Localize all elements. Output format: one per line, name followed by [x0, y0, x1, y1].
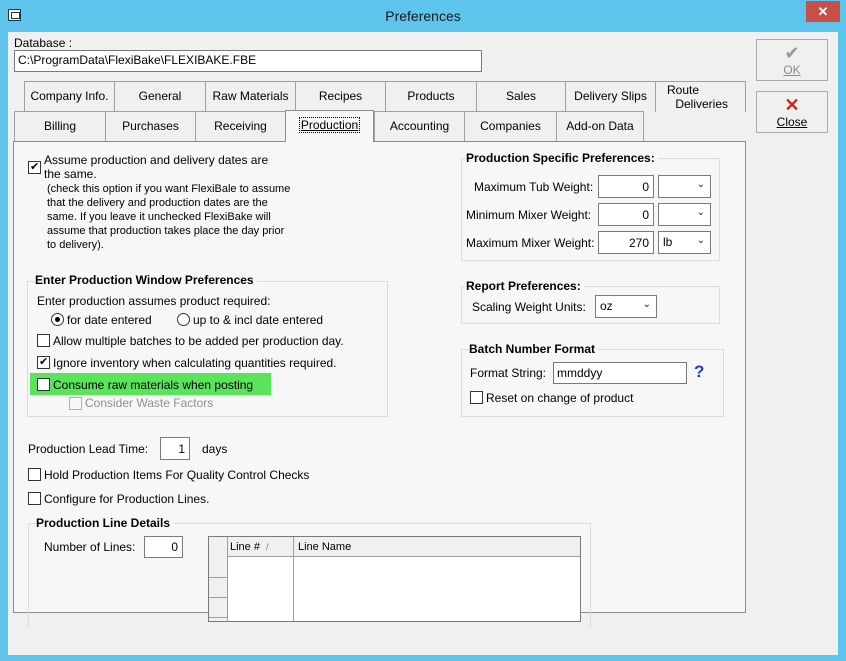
min-mixer-label: Minimum Mixer Weight:: [466, 208, 592, 222]
assume-dates-note-3: same. If you leave it unchecked FlexiBak…: [47, 211, 271, 223]
number-of-lines-label: Number of Lines:: [44, 540, 136, 554]
preferences-window: Preferences ✕ Database : C:\ProgramData\…: [0, 0, 846, 661]
column-header-line-number[interactable]: Line # /: [230, 541, 269, 553]
scaling-units-label: Scaling Weight Units:: [472, 300, 586, 314]
batch-number-format-title: Batch Number Format: [469, 342, 599, 356]
radio-for-date-entered-label: for date entered: [67, 313, 152, 327]
lead-time-unit: days: [202, 442, 228, 456]
column-header-line-name[interactable]: Line Name: [298, 541, 351, 553]
max-mixer-unit-select[interactable]: lb ⌄: [658, 231, 711, 254]
radio-for-date-entered[interactable]: [51, 313, 64, 326]
report-prefs-title: Report Preferences:: [466, 279, 584, 293]
reset-on-change-checkbox[interactable]: [470, 391, 483, 404]
min-mixer-input[interactable]: 0: [598, 203, 654, 226]
ignore-inventory-checkbox[interactable]: [37, 355, 50, 369]
scaling-units-value: oz: [600, 299, 613, 313]
hold-qc-checkbox[interactable]: [28, 468, 41, 481]
format-string-input[interactable]: mmddyy: [553, 362, 687, 384]
grid-row-divider: [209, 597, 228, 598]
column-header-line-number-text: Line #: [230, 541, 260, 553]
sort-indicator-icon: /: [266, 542, 269, 552]
assume-dates-note-5: to delivery).: [47, 239, 104, 251]
max-mixer-label: Maximum Mixer Weight:: [466, 236, 595, 250]
radio-up-to-date[interactable]: [177, 313, 190, 326]
number-of-lines-input[interactable]: 0: [144, 536, 183, 558]
grid-row-header-column: [209, 537, 228, 621]
hold-qc-label: Hold Production Items For Quality Contro…: [44, 468, 310, 482]
chevron-down-icon: ⌄: [696, 207, 705, 218]
assume-dates-label-1: Assume production and delivery dates are: [44, 153, 269, 167]
production-lines-grid[interactable]: Line # / Line Name: [208, 536, 581, 622]
min-mixer-unit-select[interactable]: ⌄: [658, 203, 711, 226]
production-line-details-title: Production Line Details: [36, 516, 174, 530]
scaling-units-select[interactable]: oz ⌄: [595, 295, 657, 318]
assume-dates-note-2: that the delivery and production dates a…: [47, 197, 268, 209]
help-question-icon[interactable]: ?: [694, 362, 704, 382]
max-mixer-input[interactable]: 270: [598, 231, 654, 254]
max-tub-input[interactable]: 0: [598, 175, 654, 198]
chevron-down-icon: ⌄: [696, 235, 705, 246]
chevron-down-icon: ⌄: [642, 299, 651, 310]
max-tub-label: Maximum Tub Weight:: [474, 180, 594, 194]
chevron-down-icon: ⌄: [696, 179, 705, 190]
production-window-prefs-title: Enter Production Window Preferences: [35, 273, 257, 287]
allow-multiple-batches-label: Allow multiple batches to be added per p…: [53, 334, 344, 348]
lead-time-input[interactable]: 1: [160, 437, 190, 460]
max-tub-unit-select[interactable]: ⌄: [658, 175, 711, 198]
format-string-label: Format String:: [470, 366, 547, 380]
reset-on-change-label: Reset on change of product: [486, 391, 634, 405]
configure-lines-label: Configure for Production Lines.: [44, 492, 210, 506]
max-mixer-unit-value: lb: [663, 235, 673, 249]
configure-lines-checkbox[interactable]: [28, 492, 41, 505]
assume-dates-label-2: the same.: [44, 167, 97, 181]
allow-multiple-batches-checkbox[interactable]: [37, 334, 50, 347]
ignore-inventory-label: Ignore inventory when calculating quanti…: [53, 356, 337, 370]
consume-raw-materials-checkbox[interactable]: [37, 378, 50, 391]
assume-dates-note-4: assume that production takes place the d…: [47, 225, 285, 237]
consume-raw-materials-label: Consume raw materials when posting: [53, 378, 254, 392]
assume-dates-checkbox[interactable]: [28, 160, 41, 174]
assumes-required-label: Enter production assumes product require…: [37, 294, 271, 308]
lead-time-label: Production Lead Time:: [28, 442, 149, 456]
assume-dates-note-1: (check this option if you want FlexiBale…: [47, 183, 291, 195]
production-specific-prefs-title: Production Specific Preferences:: [466, 151, 658, 165]
grid-row-divider: [209, 577, 228, 578]
radio-up-to-date-label: up to & incl date entered: [193, 313, 324, 327]
consider-waste-checkbox[interactable]: [69, 397, 82, 410]
consider-waste-label: Consider Waste Factors: [85, 396, 214, 410]
grid-row-divider: [209, 617, 228, 618]
